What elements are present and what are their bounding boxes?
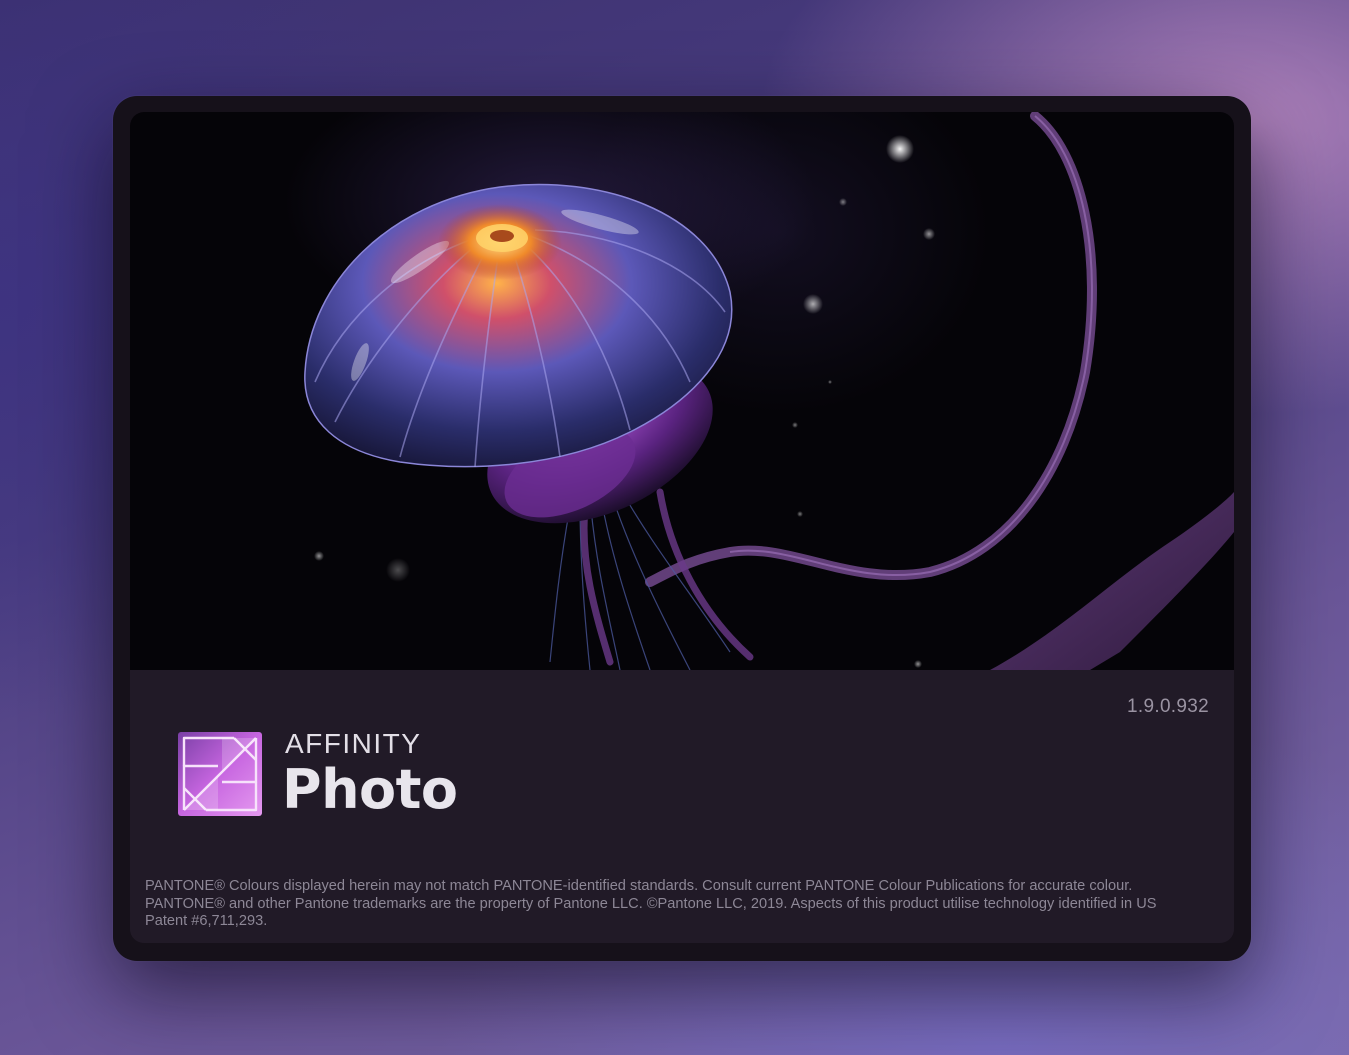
- brand-affinity-label: AFFINITY: [285, 728, 422, 759]
- version-label: 1.9.0.932: [1127, 696, 1209, 717]
- brand-product-name: Photo: [282, 758, 458, 821]
- legal-notice: PANTONE® Colours displayed herein may no…: [145, 878, 1157, 929]
- splash-window: 1.9.0.932 AFFINITY Photo PANTONE® Colour…: [113, 96, 1251, 961]
- splash-info-panel: 1.9.0.932 AFFINITY Photo PANTONE® Colour…: [130, 670, 1234, 943]
- affinity-photo-logo-icon: [178, 732, 262, 816]
- splash-content: 1.9.0.932 AFFINITY Photo PANTONE® Colour…: [130, 112, 1234, 943]
- jellyfish-artwork: [130, 112, 1234, 670]
